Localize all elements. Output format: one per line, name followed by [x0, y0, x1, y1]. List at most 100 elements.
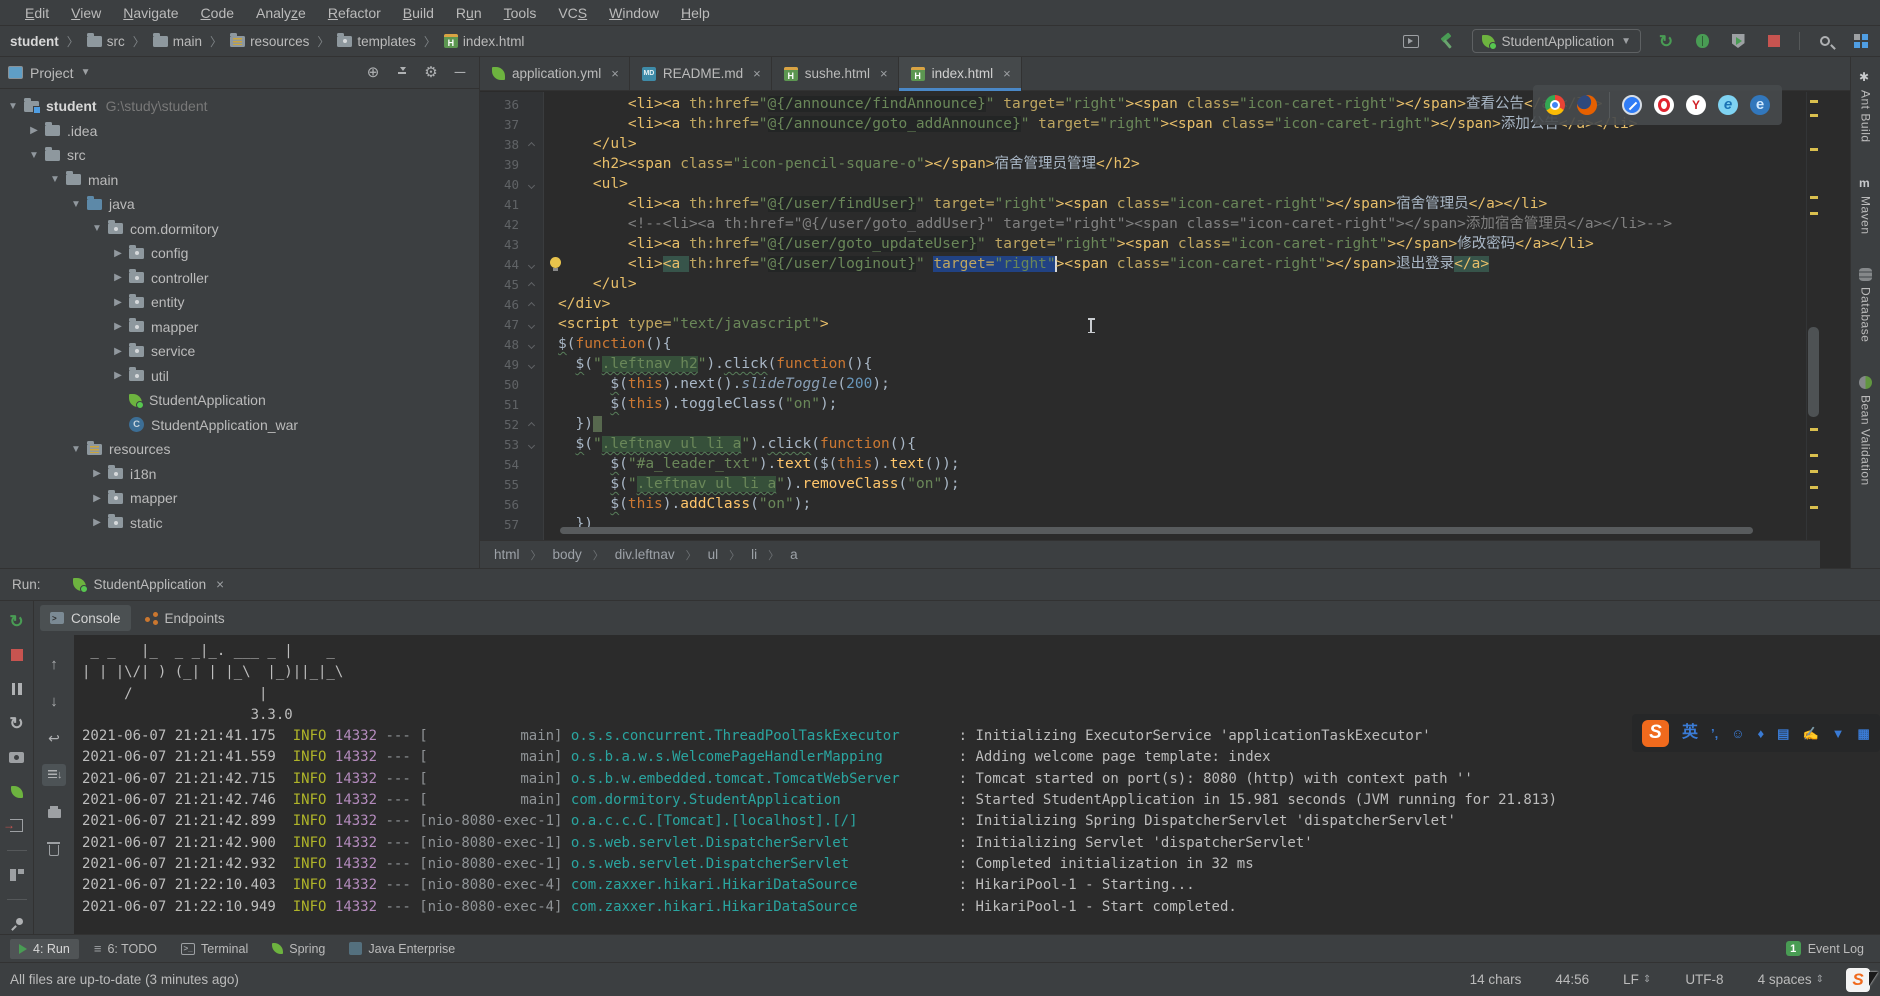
collapsed-arrow-icon[interactable]: ▶ [111, 272, 125, 283]
tree-item-controller[interactable]: ▶controller [0, 266, 479, 291]
collapsed-arrow-icon[interactable]: ▶ [90, 493, 104, 504]
debug-button[interactable] [1691, 30, 1713, 52]
editor-tab-application-yml[interactable]: application.yml× [480, 57, 630, 90]
handwriting-icon[interactable]: ✍ [1802, 727, 1818, 740]
firefox-browser-icon[interactable] [1577, 95, 1597, 115]
expanded-arrow-icon[interactable]: ▼ [6, 101, 20, 112]
expanded-arrow-icon[interactable]: ▼ [48, 174, 62, 185]
expanded-arrow-icon[interactable]: ▼ [69, 199, 83, 210]
pause-output-button[interactable] [6, 679, 28, 699]
collapsed-arrow-icon[interactable]: ▶ [111, 370, 125, 381]
fold-marker[interactable] [525, 415, 537, 433]
tree-item-studentapplication[interactable]: StudentApplication [0, 388, 479, 413]
chevron-down-icon[interactable]: ▼ [81, 67, 91, 78]
close-icon[interactable]: × [880, 66, 888, 81]
prev-occurrence-icon[interactable]: ↑ [42, 653, 66, 675]
menu-item-refactor[interactable]: Refactor [317, 3, 392, 23]
tree-item-mapper[interactable]: ▶mapper [0, 315, 479, 340]
tool-button-bean-validation[interactable]: Bean Validation [1859, 376, 1873, 486]
tree-item-i18n[interactable]: ▶i18n [0, 462, 479, 487]
menu-item-view[interactable]: View [60, 3, 112, 23]
editor-breadcrumb-item[interactable]: html [494, 547, 520, 562]
run-view-tab-console[interactable]: >Console [40, 605, 131, 631]
skin-icon[interactable]: ▼ [1832, 727, 1845, 740]
settings-gear-icon[interactable]: ⚙ [420, 65, 442, 80]
editor-area[interactable]: application.yml×MDREADME.md×Hsushe.html×… [480, 57, 1850, 568]
run-configuration-select[interactable]: StudentApplication ▼ [1472, 29, 1642, 53]
opera-browser-icon[interactable] [1654, 95, 1674, 115]
tree-item-mapper[interactable]: ▶mapper [0, 486, 479, 511]
editor-gutter[interactable]: 3637383940414243444546474849505152535455… [480, 92, 544, 540]
print-icon[interactable] [42, 801, 66, 823]
editor-breadcrumb-item[interactable]: div.leftnav [615, 547, 675, 562]
exit-icon[interactable] [6, 816, 28, 836]
intention-bulb-icon[interactable] [550, 257, 561, 268]
edge-browser-icon[interactable]: e [1750, 95, 1770, 115]
editor-breadcrumb-item[interactable]: ul [708, 547, 719, 562]
run-anything-icon[interactable] [1400, 30, 1422, 52]
tool-button-ant-build[interactable]: ✱Ant Build [1859, 71, 1873, 143]
microphone-icon[interactable]: ♦ [1758, 727, 1765, 740]
next-occurrence-icon[interactable]: ↓ [42, 690, 66, 712]
menu-item-help[interactable]: Help [670, 3, 721, 23]
ie-browser-icon[interactable]: e [1718, 95, 1738, 115]
menu-item-edit[interactable]: Edit [14, 3, 60, 23]
menu-item-code[interactable]: Code [190, 3, 245, 23]
close-icon[interactable]: × [753, 66, 761, 81]
error-stripe[interactable] [1806, 92, 1820, 540]
fold-marker[interactable] [525, 335, 537, 353]
tool-window-button-java-enterprise[interactable]: Java Enterprise [340, 939, 464, 959]
menu-item-tools[interactable]: Tools [493, 3, 548, 23]
keyboard-icon[interactable]: ▤ [1777, 727, 1789, 740]
tree-item--idea[interactable]: ▶.idea [0, 119, 479, 144]
language-mode-icon[interactable]: 英 [1682, 725, 1698, 741]
breadcrumb-item[interactable]: student [8, 34, 61, 49]
editor-breadcrumb-item[interactable]: body [553, 547, 582, 562]
hide-panel-icon[interactable]: ─ [449, 65, 471, 80]
restore-layout-icon[interactable] [6, 865, 28, 885]
collapsed-arrow-icon[interactable]: ▶ [111, 346, 125, 357]
expanded-arrow-icon[interactable]: ▼ [27, 150, 41, 161]
yandex-browser-icon[interactable]: Y [1686, 95, 1706, 115]
tree-item-util[interactable]: ▶util [0, 364, 479, 389]
pin-tab-icon[interactable] [6, 914, 28, 934]
tool-window-button-spring[interactable]: Spring [263, 939, 334, 959]
menu-item-build[interactable]: Build [392, 3, 445, 23]
menu-item-analyze[interactable]: Analyze [245, 3, 317, 23]
editor-code-area[interactable]: 3637383940414243444546474849505152535455… [480, 92, 1820, 540]
rerun-button[interactable]: ↻ [1655, 30, 1677, 52]
toolbox-icon[interactable]: ▦ [1858, 727, 1870, 740]
fold-marker[interactable] [525, 295, 537, 313]
coverage-button[interactable] [1727, 30, 1749, 52]
run-view-tab-endpoints[interactable]: Endpoints [135, 605, 235, 631]
fold-marker[interactable] [525, 135, 537, 153]
breadcrumb-item[interactable]: resources [228, 34, 311, 49]
tool-window-button-4-run[interactable]: 4: Run [10, 939, 79, 959]
build-hammer-icon[interactable] [1436, 30, 1458, 52]
scroll-to-end-icon[interactable] [42, 764, 66, 786]
status-item-44-56[interactable]: 44:56 [1555, 972, 1589, 987]
tool-window-button-terminal[interactable]: >_Terminal [172, 939, 257, 959]
safari-browser-icon[interactable] [1622, 95, 1642, 115]
tree-item-resources[interactable]: ▼resources [0, 437, 479, 462]
menu-item-run[interactable]: Run [445, 3, 493, 23]
editor-breadcrumb-item[interactable]: a [790, 547, 798, 562]
tree-item-service[interactable]: ▶service [0, 339, 479, 364]
tool-button-database[interactable]: Database [1859, 268, 1873, 342]
collapsed-arrow-icon[interactable]: ▶ [111, 321, 125, 332]
fold-marker[interactable] [525, 255, 537, 273]
breadcrumb-item[interactable]: Hindex.html [442, 34, 527, 49]
tree-item-studentapplication_war[interactable]: CStudentApplication_war [0, 413, 479, 438]
event-log-button[interactable]: 1 Event Log [1786, 941, 1870, 956]
close-icon[interactable]: × [611, 66, 619, 81]
breadcrumb-item[interactable]: templates [335, 34, 418, 49]
vertical-scrollbar[interactable] [1808, 327, 1819, 417]
tree-item-com-dormitory[interactable]: ▼com.dormitory [0, 217, 479, 242]
thread-dump-camera-icon[interactable] [6, 748, 28, 768]
soft-wrap-icon[interactable]: ↩ [42, 727, 66, 749]
fold-marker[interactable] [525, 355, 537, 373]
tree-item-student[interactable]: ▼studentG:\study\student [0, 94, 479, 119]
fold-marker[interactable] [525, 275, 537, 293]
run-configuration-tab[interactable]: StudentApplication × [63, 569, 234, 600]
collapsed-arrow-icon[interactable]: ▶ [90, 517, 104, 528]
